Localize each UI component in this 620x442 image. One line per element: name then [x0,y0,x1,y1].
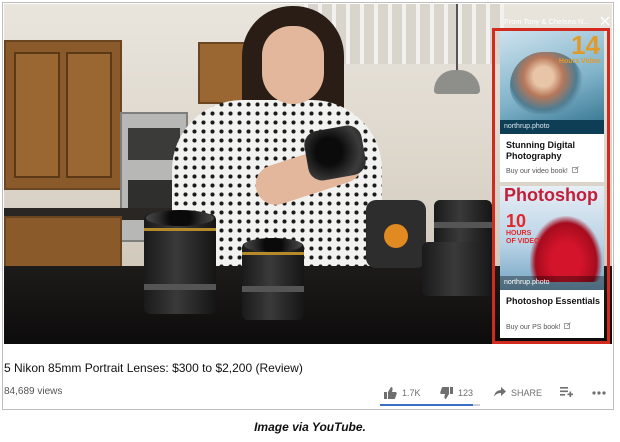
lens-3 [366,200,426,268]
more-icon [592,391,606,395]
like-button[interactable]: 1.7K [384,384,432,402]
lens-2-front [244,238,302,252]
add-to-playlist-button[interactable] [560,384,576,402]
like-count: 1.7K [402,388,421,398]
more-options-button[interactable] [592,384,608,402]
view-count: 84,689 views [4,386,63,397]
lens-in-hand [302,123,368,183]
video-title: 5 Nikon 85mm Portrait Lenses: $300 to $2… [4,361,303,375]
like-ratio-fill [380,404,473,406]
lens-2 [242,242,304,320]
lamp-cord [456,4,458,70]
highlight-box [492,28,610,344]
dislike-button[interactable]: 123 [440,384,484,402]
image-caption: Image via YouTube. [254,420,366,434]
lens-5 [422,242,494,296]
lens-logo [384,224,408,248]
thumbs-up-icon [384,387,397,399]
share-icon [494,387,506,397]
share-label: SHARE [511,388,543,398]
presenter-face [262,26,324,104]
thumbs-down-icon [440,387,453,399]
lens-1-front [146,210,214,226]
lens-1 [144,214,216,314]
upper-cabinets [4,40,122,190]
close-icon[interactable] [600,16,610,26]
share-button[interactable]: SHARE [494,384,546,402]
dislike-count: 123 [458,388,474,398]
like-ratio-bar [380,404,480,406]
add-to-playlist-icon [560,387,573,397]
